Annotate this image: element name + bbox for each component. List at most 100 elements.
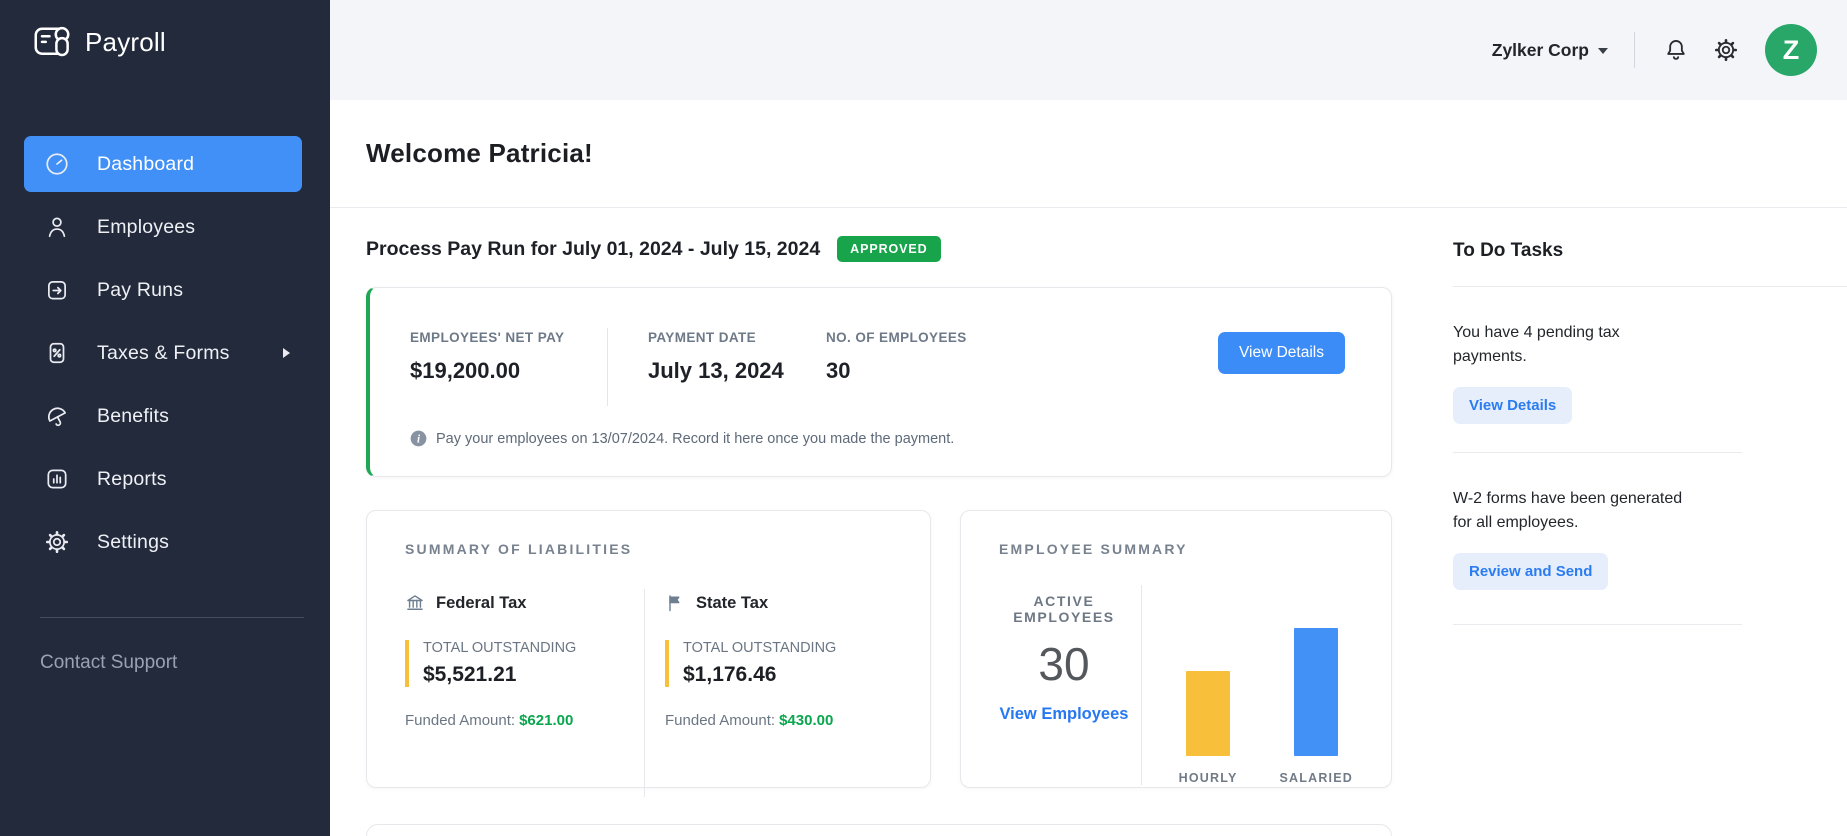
sidebar-item-label: Taxes & Forms [97, 342, 230, 365]
welcome-bar: Welcome Patricia! [330, 100, 1847, 208]
stat-label: NO. OF EMPLOYEES [826, 330, 967, 345]
bank-icon [405, 593, 425, 613]
chevron-down-icon [1598, 48, 1608, 54]
funded-amount: $430.00 [779, 712, 833, 729]
outstanding-label: TOTAL OUTSTANDING [683, 640, 836, 656]
view-employees-link[interactable]: View Employees [999, 705, 1128, 724]
task-review-send-button[interactable]: Review and Send [1453, 553, 1608, 590]
salaried-label: SALARIED [1280, 771, 1354, 785]
stat-value: 30 [826, 358, 967, 384]
sidebar-item-pay-runs[interactable]: Pay Runs [24, 262, 302, 318]
payrun-card: EMPLOYEES' NET PAY $19,200.00 PAYMENT DA… [366, 287, 1392, 477]
hourly-label: HOURLY [1179, 771, 1238, 785]
salaried-bar [1294, 628, 1338, 756]
payrun-heading: Process Pay Run for July 01, 2024 - July… [366, 238, 820, 261]
taxes-forms-icon [44, 340, 70, 366]
stat-label: PAYMENT DATE [648, 330, 826, 345]
sidebar-item-label: Reports [97, 468, 167, 491]
sidebar-item-label: Pay Runs [97, 279, 183, 302]
outstanding-amount: $5,521.21 [423, 663, 644, 687]
sidebar-item-dashboard[interactable]: Dashboard [24, 136, 302, 192]
state-tax-block: State Tax TOTAL OUTSTANDING $1,176.46 Fu… [645, 593, 836, 797]
flag-icon [665, 593, 685, 613]
benefits-icon [44, 403, 70, 429]
sidebar-item-label: Settings [97, 531, 169, 554]
sidebar-divider [40, 617, 304, 618]
dashboard-main-column: Process Pay Run for July 01, 2024 - July… [366, 208, 1392, 836]
payrun-note: i Pay your employees on 13/07/2024. Reco… [370, 430, 1391, 447]
view-details-button[interactable]: View Details [1218, 332, 1345, 374]
settings-button[interactable] [1709, 33, 1743, 67]
notifications-button[interactable] [1659, 33, 1693, 67]
state-outstanding: TOTAL OUTSTANDING $1,176.46 [665, 640, 836, 687]
dashboard-icon [44, 151, 70, 177]
federal-outstanding: TOTAL OUTSTANDING $5,521.21 [405, 640, 644, 687]
liability-name: State Tax [696, 594, 768, 613]
federal-funded: Funded Amount:$621.00 [405, 712, 644, 729]
todo-title: To Do Tasks [1453, 240, 1847, 262]
stat-employee-count: NO. OF EMPLOYEES 30 [826, 330, 967, 384]
funded-label: Funded Amount: [405, 712, 515, 729]
employee-summary-title: EMPLOYEE SUMMARY [999, 541, 1353, 557]
avatar[interactable]: Z [1765, 24, 1817, 76]
stat-label: EMPLOYEES' NET PAY [410, 330, 607, 345]
bell-icon [1663, 37, 1689, 63]
outstanding-label: TOTAL OUTSTANDING [423, 640, 644, 656]
sidebar-item-employees[interactable]: Employees [24, 199, 302, 255]
task-text: W-2 forms have been generated for all em… [1453, 487, 1705, 535]
employees-icon [44, 214, 70, 240]
active-employees-label: ACTIVE EMPLOYEES [999, 593, 1129, 625]
sidebar-item-label: Benefits [97, 405, 169, 428]
liability-name: Federal Tax [436, 594, 526, 613]
liabilities-card: SUMMARY OF LIABILITIES Federal Tax TOTAL… [366, 510, 931, 788]
todo-divider [1453, 624, 1742, 625]
liabilities-row: Federal Tax TOTAL OUTSTANDING $5,521.21 … [405, 593, 892, 797]
sidebar-item-reports[interactable]: Reports [24, 451, 302, 507]
todo-divider [1453, 286, 1847, 287]
state-tax-header: State Tax [665, 593, 836, 613]
payrun-note-text: Pay your employees on 13/07/2024. Record… [436, 431, 954, 447]
settings-icon [44, 529, 70, 555]
payrun-stats: EMPLOYEES' NET PAY $19,200.00 PAYMENT DA… [370, 288, 1391, 406]
stat-value: July 13, 2024 [648, 358, 826, 384]
org-name: Zylker Corp [1492, 40, 1589, 61]
status-badge: APPROVED [837, 236, 940, 262]
active-employees-block: ACTIVE EMPLOYEES 30 View Employees [999, 587, 1129, 785]
stat-payment-date: PAYMENT DATE July 13, 2024 [648, 330, 826, 384]
liabilities-title: SUMMARY OF LIABILITIES [405, 541, 892, 557]
sidebar-item-settings[interactable]: Settings [24, 514, 302, 570]
main-content: Welcome Patricia! Process Pay Run for Ju… [330, 100, 1847, 836]
hourly-bar-group: HOURLY [1179, 671, 1238, 785]
next-card-peek [366, 824, 1392, 836]
task-view-details-button[interactable]: View Details [1453, 387, 1572, 424]
info-icon: i [410, 430, 427, 447]
org-switcher[interactable]: Zylker Corp [1492, 40, 1608, 61]
app-title: Payroll [85, 27, 166, 58]
stat-net-pay: EMPLOYEES' NET PAY $19,200.00 [410, 330, 607, 384]
todo-task-pending-taxes: You have 4 pending tax payments. View De… [1453, 321, 1847, 424]
gear-icon [1713, 37, 1739, 63]
pay-runs-icon [44, 277, 70, 303]
sidebar-nav: Dashboard Employees Pay Runs Taxes & For… [24, 136, 302, 577]
outstanding-amount: $1,176.46 [683, 663, 836, 687]
chevron-right-icon [283, 348, 290, 358]
funded-amount: $621.00 [519, 712, 573, 729]
active-employees-count: 30 [999, 641, 1129, 687]
employee-type-bar-chart: HOURLY SALARIED [1179, 587, 1353, 785]
sidebar-item-taxes-forms[interactable]: Taxes & Forms [24, 325, 302, 381]
employee-summary-row: ACTIVE EMPLOYEES 30 View Employees HOURL… [999, 587, 1353, 785]
sidebar-item-benefits[interactable]: Benefits [24, 388, 302, 444]
reports-icon [44, 466, 70, 492]
app-logo: Payroll [32, 20, 166, 65]
header-divider [1634, 32, 1635, 68]
payrun-heading-row: Process Pay Run for July 01, 2024 - July… [366, 236, 1392, 262]
employee-summary-divider [1141, 585, 1142, 785]
task-text: You have 4 pending tax payments. [1453, 321, 1673, 369]
top-header: Zylker Corp Z [330, 0, 1847, 100]
funded-label: Funded Amount: [665, 712, 775, 729]
contact-support-link[interactable]: Contact Support [40, 652, 177, 674]
state-funded: Funded Amount:$430.00 [665, 712, 836, 729]
page-title: Welcome Patricia! [366, 138, 593, 169]
todo-task-w2-forms: W-2 forms have been generated for all em… [1453, 487, 1847, 590]
federal-tax-header: Federal Tax [405, 593, 644, 613]
